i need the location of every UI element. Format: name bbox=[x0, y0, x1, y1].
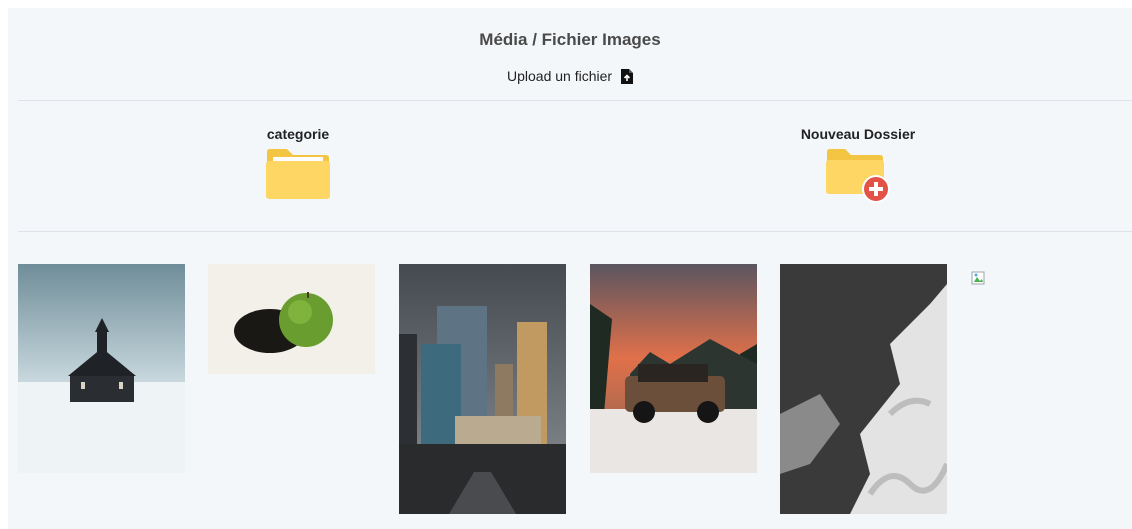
upload-label: Upload un fichier bbox=[507, 68, 613, 84]
divider-bottom bbox=[18, 231, 1132, 232]
divider-top bbox=[18, 100, 1132, 101]
page-title: Média / Fichier Images bbox=[479, 30, 661, 49]
folder-categorie[interactable]: categorie bbox=[228, 126, 368, 200]
image-thumb-apple[interactable] bbox=[208, 264, 375, 374]
header: Média / Fichier Images Upload un fichier bbox=[8, 8, 1132, 100]
image-thumb-suv[interactable] bbox=[590, 264, 757, 473]
folder-label: Nouveau Dossier bbox=[800, 126, 916, 142]
image-thumb-city[interactable] bbox=[399, 264, 566, 514]
upload-file-button[interactable]: Upload un fichier bbox=[8, 68, 1132, 87]
image-thumb-church[interactable] bbox=[18, 264, 185, 473]
image-thumb-aerial[interactable] bbox=[780, 264, 947, 514]
broken-image-icon[interactable] bbox=[971, 271, 987, 287]
file-upload-icon bbox=[620, 69, 633, 87]
folder-new-folder-button[interactable]: Nouveau Dossier bbox=[788, 126, 928, 204]
folder-add-icon bbox=[826, 149, 890, 203]
media-panel: Média / Fichier Images Upload un fichier… bbox=[8, 8, 1132, 529]
folder-label: categorie bbox=[266, 126, 330, 142]
folder-icon bbox=[266, 149, 330, 199]
